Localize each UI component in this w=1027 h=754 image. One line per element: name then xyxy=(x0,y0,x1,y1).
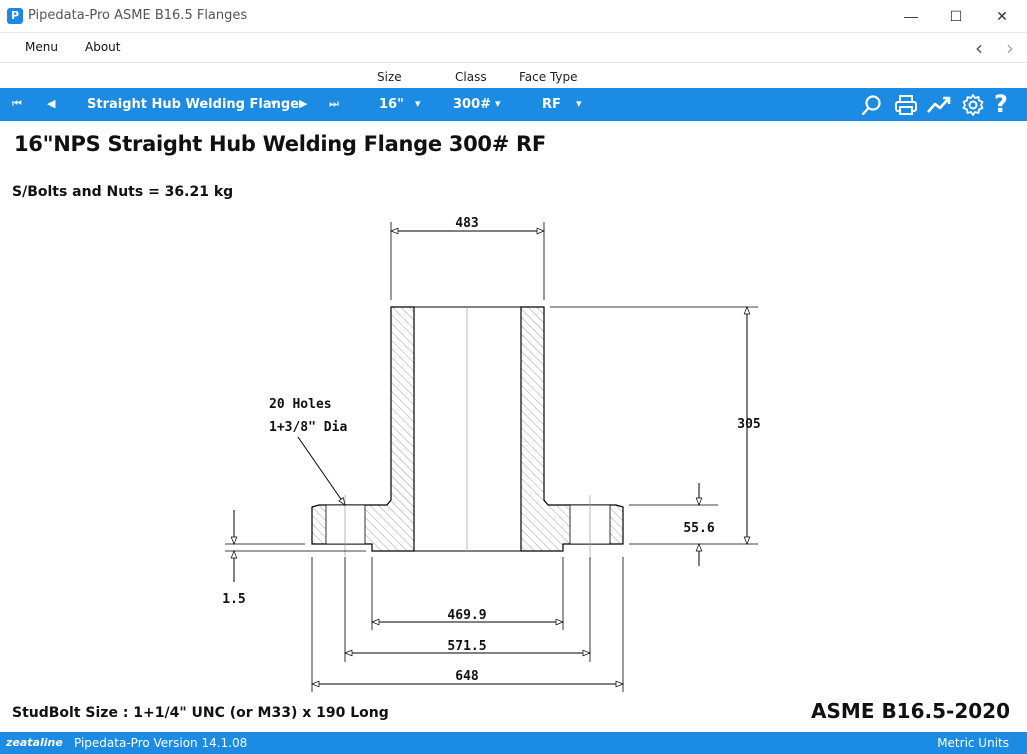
last-record-icon[interactable]: ⏭ xyxy=(329,97,339,111)
back-arrow-icon[interactable]: ‹ xyxy=(975,36,983,60)
class-select[interactable]: 300# xyxy=(453,97,491,112)
app-logo-icon: P xyxy=(7,8,23,24)
size-dropdown-icon[interactable]: ▾ xyxy=(415,97,421,110)
hole-diameter-label: 1+3/8" Dia xyxy=(269,420,347,435)
length-label: 305 xyxy=(737,417,760,432)
flange-drawing: 483 305 55.6 1.5 20 Holes 1+3/8" Dia 469… xyxy=(222,216,761,692)
raised-face-dia-label: 469.9 xyxy=(447,608,486,623)
status-bar: zeataline Pipedata-Pro Version 14.1.08 M… xyxy=(0,732,1027,754)
face-type-dropdown-icon[interactable]: ▾ xyxy=(576,97,582,110)
window-title: Pipedata-Pro ASME B16.5 Flanges xyxy=(28,8,248,23)
units-toggle[interactable]: Metric Units xyxy=(937,736,1009,750)
outside-dia-label: 648 xyxy=(455,669,479,684)
title-bar: P Pipedata-Pro ASME B16.5 Flanges — ☐ ✕ xyxy=(0,0,1027,33)
brand-logo: zeataline xyxy=(6,736,63,749)
close-button[interactable]: ✕ xyxy=(987,4,1017,28)
raised-face-label: 1.5 xyxy=(222,592,245,607)
menu-bar: Menu About ‹ › xyxy=(0,33,1027,63)
class-dropdown-icon[interactable]: ▾ xyxy=(495,97,501,110)
minimize-button[interactable]: — xyxy=(896,4,926,28)
flange-type-dropdown-icon[interactable]: ▾ xyxy=(271,97,277,110)
studbolt-size-text: StudBolt Size : 1+1/4" UNC (or M33) x 19… xyxy=(12,705,389,721)
face-type-label: Face Type xyxy=(519,70,578,84)
forward-arrow-icon[interactable]: › xyxy=(1006,36,1014,60)
menu-item-about[interactable]: About xyxy=(85,40,120,54)
search-icon[interactable] xyxy=(860,93,884,117)
selector-labels: Size Class Face Type xyxy=(0,64,1027,88)
size-label: Size xyxy=(377,70,402,84)
holes-leader-line xyxy=(297,436,346,506)
chart-icon[interactable] xyxy=(927,93,951,117)
left-bolt-hole xyxy=(325,504,366,545)
hub-width-label: 483 xyxy=(455,216,478,231)
first-record-icon[interactable]: ⏮ xyxy=(12,97,22,111)
version-text: Pipedata-Pro Version 14.1.08 xyxy=(74,736,248,750)
gear-icon[interactable] xyxy=(961,93,985,117)
next-record-icon[interactable]: ▶ xyxy=(299,97,307,110)
toolbar: ⏮ ◀ Straight Hub Welding Flange ▾ ▶ ⏭ 16… xyxy=(0,88,1027,121)
print-icon[interactable] xyxy=(894,93,918,117)
class-label: Class xyxy=(455,70,487,84)
menu-item-menu[interactable]: Menu xyxy=(25,40,58,54)
thickness-label: 55.6 xyxy=(683,521,714,536)
flange-type-select[interactable]: Straight Hub Welding Flange xyxy=(87,97,299,112)
standard-label: ASME B16.5-2020 xyxy=(811,699,1010,723)
bolt-circle-label: 571.5 xyxy=(447,639,486,654)
previous-record-icon[interactable]: ◀ xyxy=(47,97,55,110)
help-icon[interactable]: ? xyxy=(994,90,1008,118)
face-type-select[interactable]: RF xyxy=(542,97,561,112)
maximize-button[interactable]: ☐ xyxy=(941,4,971,28)
size-select[interactable]: 16" xyxy=(379,97,404,112)
holes-count-label: 20 Holes xyxy=(269,397,332,412)
